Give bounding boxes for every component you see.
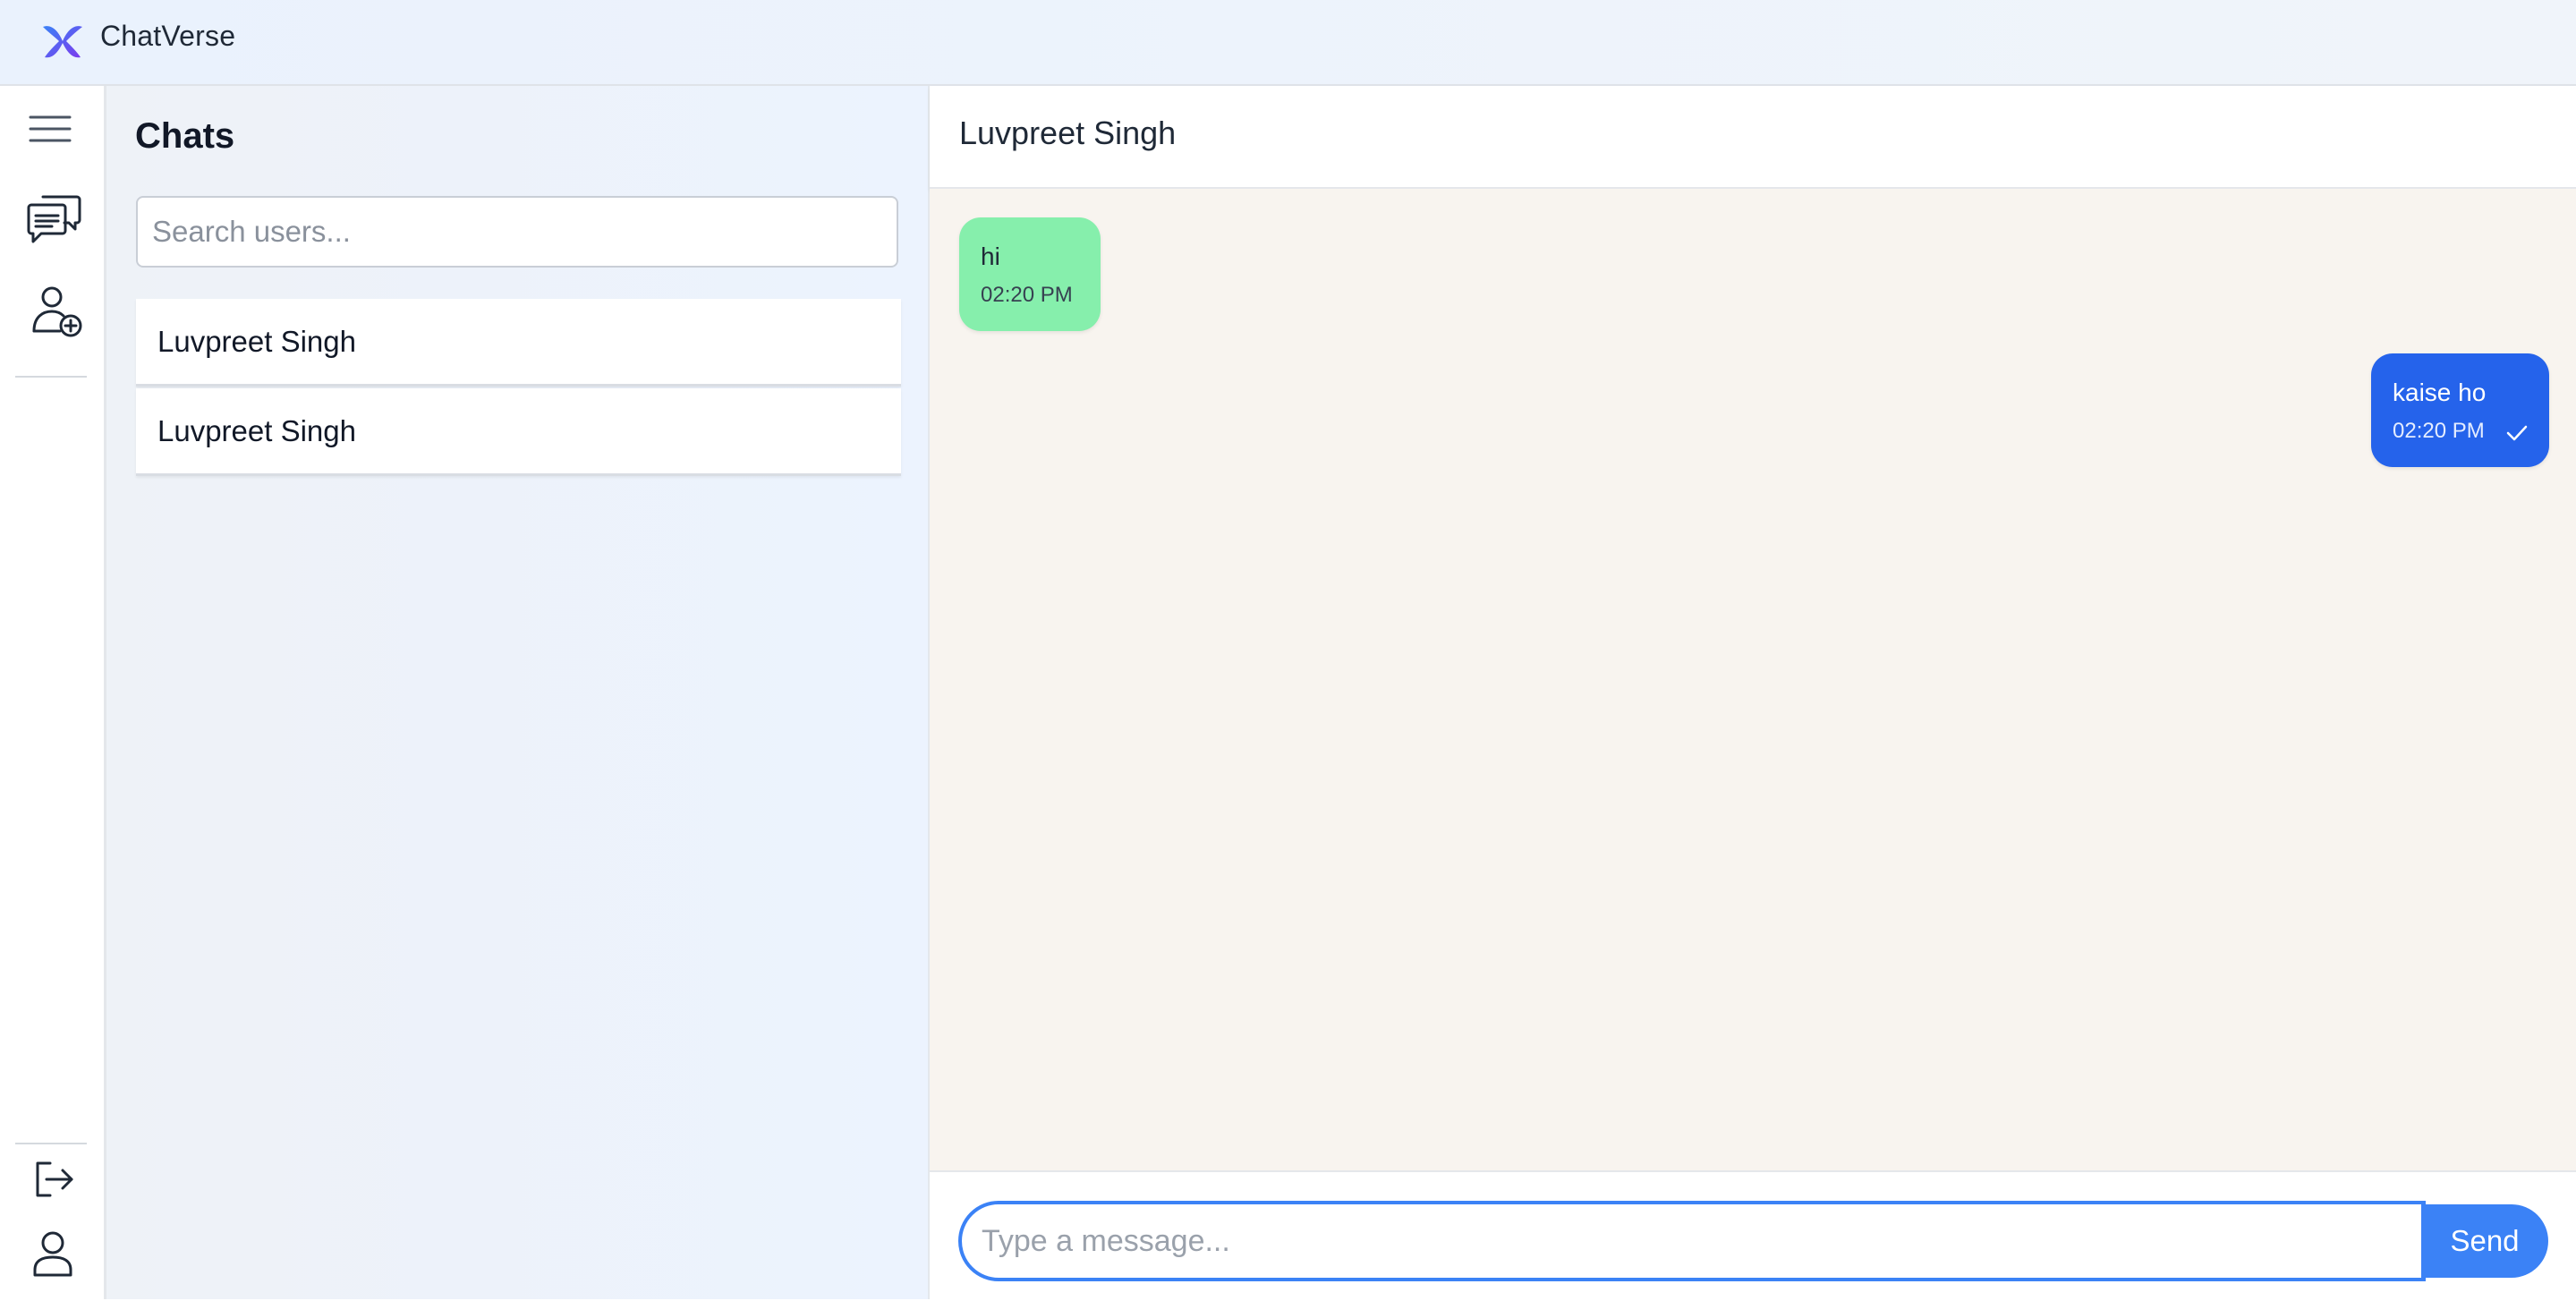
icon-rail bbox=[0, 86, 106, 1299]
outgoing-message: kaise ho 02:20 PM bbox=[2371, 353, 2549, 467]
app-title: ChatVerse bbox=[100, 20, 236, 52]
chatverse-logo-icon bbox=[43, 26, 82, 58]
message-area: hi 02:20 PM kaise ho 02:20 PM bbox=[930, 189, 2576, 1170]
incoming-message: hi 02:20 PM bbox=[959, 217, 1101, 331]
menu-icon bbox=[29, 115, 72, 142]
conversation-title: Luvpreet Singh bbox=[959, 115, 1177, 151]
search-users-input[interactable] bbox=[136, 196, 898, 268]
chat-list-panel: Chats Luvpreet Singh Luvpreet Singh bbox=[106, 86, 930, 1299]
profile-button[interactable] bbox=[29, 1228, 77, 1281]
conversation-header: Luvpreet Singh bbox=[930, 86, 2576, 189]
rail-divider-top bbox=[15, 376, 87, 378]
logout-icon bbox=[36, 1161, 73, 1197]
chat-list-item[interactable]: Luvpreet Singh bbox=[136, 388, 901, 476]
message-time: 02:20 PM bbox=[2393, 419, 2485, 443]
chat-item-name: Luvpreet Singh bbox=[157, 324, 356, 358]
chats-heading: Chats bbox=[135, 116, 235, 156]
menu-button[interactable] bbox=[25, 111, 75, 147]
add-user-button[interactable] bbox=[30, 283, 84, 340]
message-composer: Send bbox=[930, 1170, 2576, 1301]
message-input[interactable] bbox=[958, 1201, 2426, 1281]
chats-icon bbox=[27, 195, 81, 243]
check-icon bbox=[2506, 425, 2528, 441]
chat-list-item[interactable]: Luvpreet Singh bbox=[136, 299, 901, 387]
chat-item-name: Luvpreet Singh bbox=[157, 413, 356, 447]
send-button[interactable]: Send bbox=[2421, 1204, 2548, 1278]
message-text: kaise ho bbox=[2393, 378, 2487, 406]
chats-button[interactable] bbox=[25, 191, 82, 249]
add-user-icon bbox=[32, 286, 82, 337]
profile-icon bbox=[33, 1231, 72, 1277]
rail-divider-bottom bbox=[15, 1143, 87, 1144]
logout-button[interactable] bbox=[30, 1160, 77, 1199]
app-header: ChatVerse bbox=[0, 0, 2576, 86]
message-time: 02:20 PM bbox=[981, 283, 1073, 307]
message-text: hi bbox=[981, 242, 1000, 270]
